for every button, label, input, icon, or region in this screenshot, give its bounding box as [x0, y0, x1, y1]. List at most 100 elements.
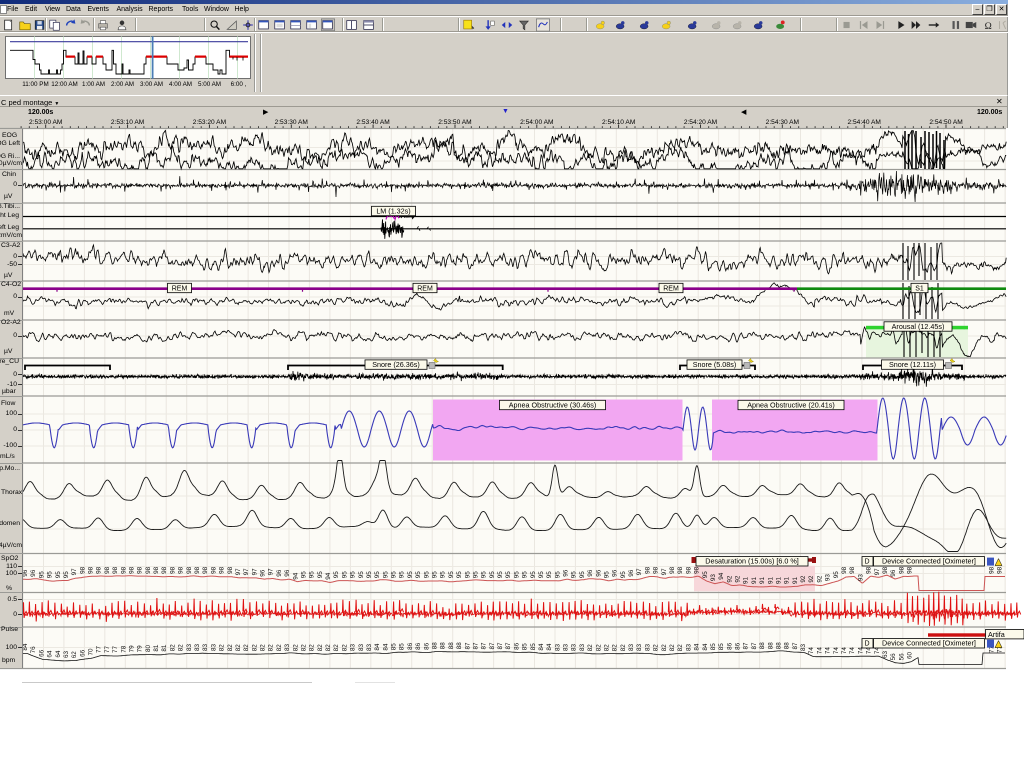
svg-text:Apnea Obstructive (30.46s): Apnea Obstructive (30.46s)	[509, 400, 597, 409]
svg-text:88: 88	[448, 642, 455, 650]
svg-text:94: 94	[292, 572, 299, 580]
svg-text:91: 91	[751, 576, 758, 584]
svg-text:84: 84	[538, 643, 545, 651]
svg-text:85: 85	[530, 643, 537, 651]
svg-text:83: 83	[644, 643, 651, 651]
svg-text:82: 82	[677, 644, 684, 652]
svg-text:82: 82	[268, 644, 275, 652]
svg-text:95: 95	[489, 571, 496, 579]
svg-text:98: 98	[145, 566, 152, 574]
svg-text:95: 95	[432, 571, 439, 579]
svg-text:81: 81	[161, 644, 168, 652]
svg-text:82: 82	[661, 644, 668, 652]
svg-text:96: 96	[284, 569, 291, 577]
svg-text:91: 91	[743, 576, 750, 584]
svg-text:83: 83	[579, 643, 586, 651]
svg-text:95: 95	[448, 571, 455, 579]
svg-text:96: 96	[612, 569, 619, 577]
svg-text:95: 95	[333, 571, 340, 579]
svg-text:82: 82	[669, 644, 676, 652]
svg-text:88: 88	[440, 642, 447, 650]
svg-text:88: 88	[432, 642, 439, 650]
svg-text:95: 95	[366, 571, 373, 579]
svg-text:82: 82	[276, 644, 283, 652]
svg-text:86: 86	[407, 642, 414, 650]
svg-text:56: 56	[890, 653, 897, 661]
svg-text:98: 98	[186, 566, 193, 574]
svg-text:95: 95	[833, 571, 840, 579]
svg-text:83: 83	[358, 643, 365, 651]
svg-text:95: 95	[522, 571, 529, 579]
svg-text:82: 82	[653, 644, 660, 652]
svg-text:82: 82	[333, 644, 340, 652]
svg-text:93: 93	[857, 574, 864, 582]
svg-text:98: 98	[129, 566, 136, 574]
svg-text:95: 95	[505, 571, 512, 579]
svg-text:98: 98	[210, 566, 217, 574]
svg-text:86: 86	[423, 642, 430, 650]
svg-text:79: 79	[137, 645, 144, 653]
svg-text:95: 95	[554, 571, 561, 579]
svg-text:98: 98	[112, 566, 119, 574]
svg-text:98: 98	[161, 566, 168, 574]
svg-text:REM: REM	[417, 285, 433, 292]
svg-text:98: 98	[841, 566, 848, 574]
svg-text:95: 95	[538, 571, 545, 579]
svg-text:62: 62	[71, 651, 78, 659]
svg-text:82: 82	[178, 644, 185, 652]
svg-text:97: 97	[661, 568, 668, 576]
svg-text:77: 77	[96, 645, 103, 653]
svg-text:94: 94	[718, 572, 725, 580]
svg-text:97: 97	[235, 568, 242, 576]
svg-text:88: 88	[456, 642, 463, 650]
svg-text:87: 87	[472, 642, 479, 650]
svg-text:95: 95	[464, 571, 471, 579]
svg-text:LM (1.32s): LM (1.32s)	[376, 206, 410, 215]
svg-text:98: 98	[997, 566, 1004, 574]
svg-text:83: 83	[563, 643, 570, 651]
svg-text:95: 95	[374, 571, 381, 579]
svg-text:83: 83	[571, 643, 578, 651]
svg-text:74: 74	[816, 647, 823, 655]
svg-text:95: 95	[546, 571, 553, 579]
svg-text:D: D	[865, 641, 870, 648]
svg-text:98: 98	[227, 566, 234, 574]
svg-text:95: 95	[407, 571, 414, 579]
svg-text:95: 95	[472, 571, 479, 579]
svg-text:84: 84	[546, 643, 553, 651]
svg-text:92: 92	[800, 575, 807, 583]
svg-text:63: 63	[63, 650, 70, 658]
svg-text:97: 97	[71, 568, 78, 576]
svg-text:98: 98	[907, 566, 914, 574]
svg-text:Artifa: Artifa	[988, 630, 1005, 639]
svg-text:95: 95	[341, 571, 348, 579]
svg-text:95: 95	[382, 571, 389, 579]
svg-text:60: 60	[907, 651, 914, 659]
svg-text:98: 98	[653, 566, 660, 574]
svg-text:96: 96	[260, 569, 267, 577]
svg-text:98: 98	[849, 566, 856, 574]
svg-text:D: D	[865, 559, 870, 566]
svg-text:83: 83	[636, 643, 643, 651]
svg-text:82: 82	[243, 644, 250, 652]
svg-text:98: 98	[178, 566, 185, 574]
svg-text:91: 91	[784, 576, 791, 584]
svg-text:95: 95	[47, 571, 54, 579]
svg-text:86: 86	[415, 642, 422, 650]
svg-text:95: 95	[38, 571, 45, 579]
svg-text:95: 95	[63, 571, 70, 579]
svg-text:96: 96	[30, 569, 37, 577]
svg-text:95: 95	[497, 571, 504, 579]
svg-text:82: 82	[317, 644, 324, 652]
svg-text:97: 97	[268, 568, 275, 576]
svg-text:97: 97	[243, 568, 250, 576]
svg-text:98: 98	[866, 566, 873, 574]
svg-text:98: 98	[677, 566, 684, 574]
svg-text:Apnea Obstructive (20.41s): Apnea Obstructive (20.41s)	[747, 400, 835, 409]
svg-text:97: 97	[874, 568, 881, 576]
svg-text:66: 66	[38, 649, 45, 657]
svg-text:92: 92	[726, 575, 733, 583]
svg-text:84: 84	[374, 643, 381, 651]
svg-text:83: 83	[800, 643, 807, 651]
svg-text:94: 94	[325, 572, 332, 580]
